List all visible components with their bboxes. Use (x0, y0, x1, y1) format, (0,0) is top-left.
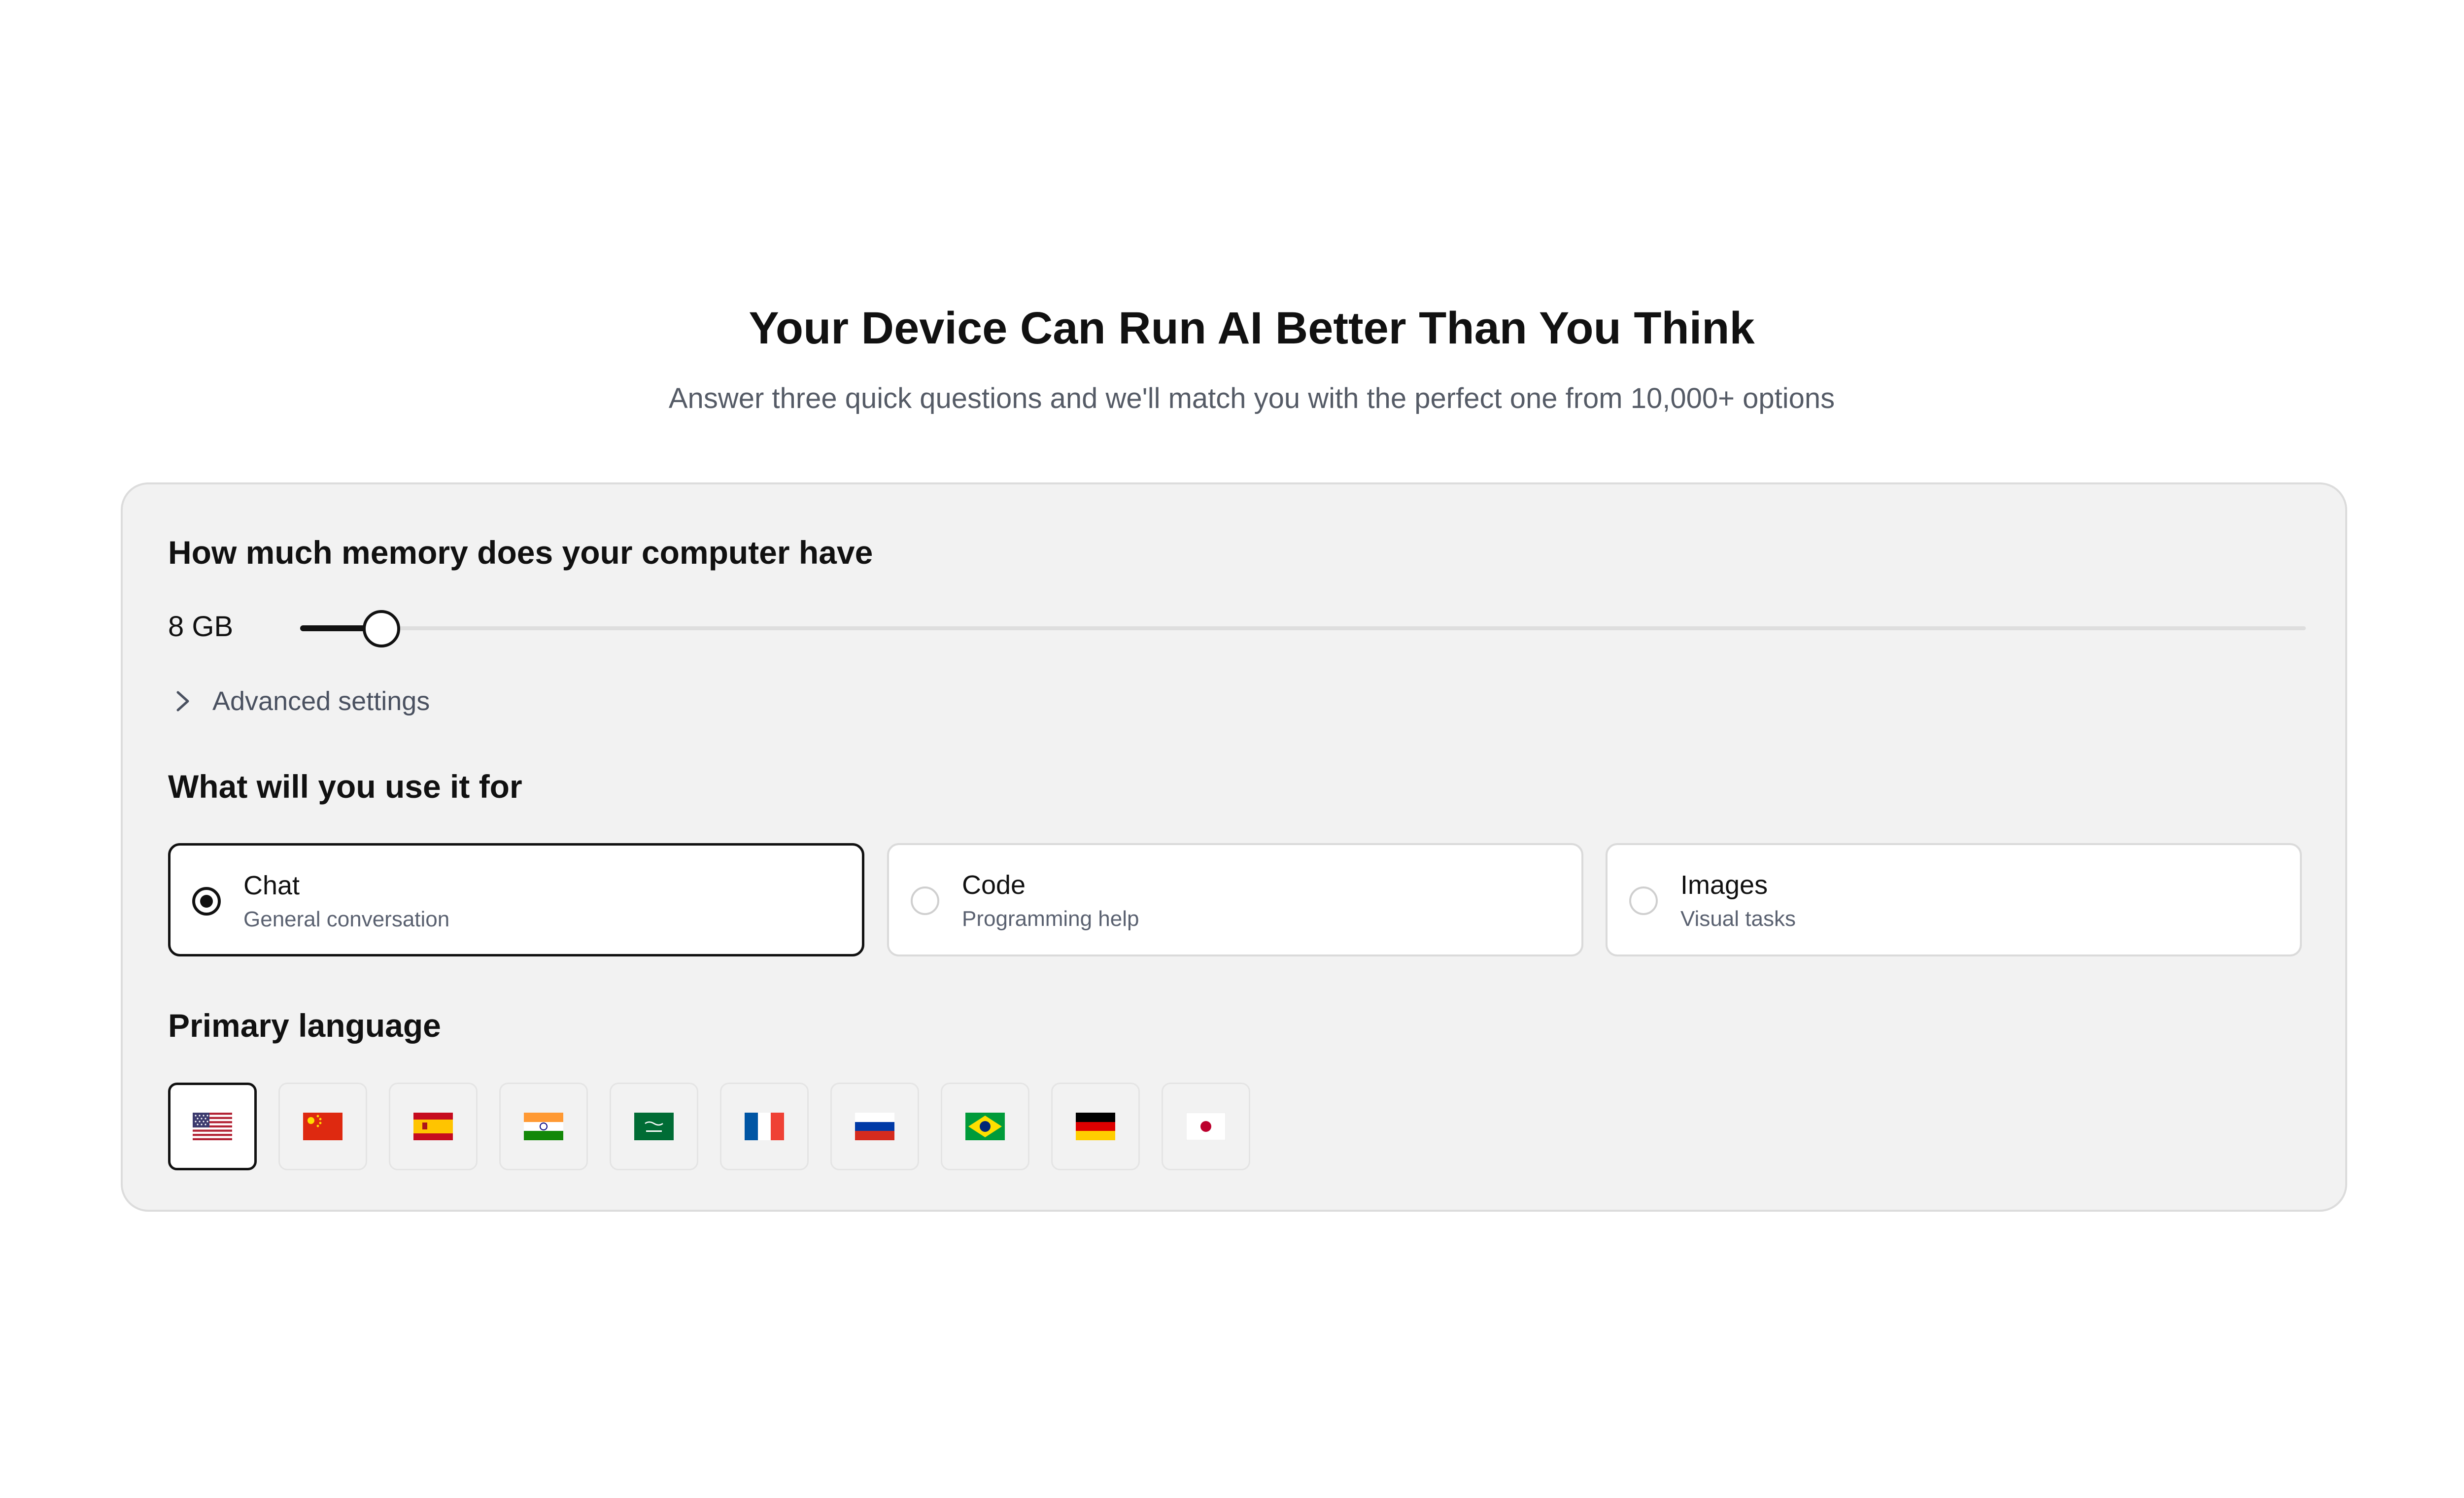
language-question-title: Primary language (168, 1007, 441, 1044)
es-flag-icon (413, 1113, 453, 1140)
advanced-settings-toggle[interactable]: Advanced settings (168, 684, 430, 718)
advanced-settings-label: Advanced settings (212, 686, 430, 716)
memory-slider[interactable] (300, 610, 2306, 647)
language-option-fr[interactable] (720, 1083, 809, 1170)
ru-flag-icon (855, 1113, 894, 1140)
radio-button[interactable] (911, 886, 939, 915)
language-option-ru[interactable] (830, 1083, 919, 1170)
option-title: Code (962, 870, 1026, 900)
language-option-br[interactable] (941, 1083, 1029, 1170)
option-description: Programming help (962, 907, 1139, 931)
option-title: Chat (243, 871, 300, 900)
language-option-sa[interactable] (610, 1083, 698, 1170)
page-subtitle: Answer three quick questions and we'll m… (668, 382, 1835, 414)
fr-flag-icon (745, 1113, 784, 1140)
page-title: Your Device Can Run AI Better Than You T… (749, 303, 1755, 353)
option-description: Visual tasks (1680, 907, 1796, 931)
language-option-cn[interactable] (278, 1083, 367, 1170)
usage-options: Chat General conversation Code Programmi… (168, 843, 2302, 956)
usage-question-title: What will you use it for (168, 768, 522, 805)
memory-question-title: How much memory does your computer have (168, 534, 873, 571)
language-option-jp[interactable] (1162, 1083, 1250, 1170)
questionnaire-card: How much memory does your computer have … (121, 482, 2347, 1212)
radio-button[interactable] (1629, 886, 1658, 915)
chevron-right-icon (168, 686, 198, 716)
language-option-de[interactable] (1051, 1083, 1140, 1170)
usage-option-chat[interactable]: Chat General conversation (168, 843, 864, 956)
usage-option-images[interactable]: Images Visual tasks (1606, 843, 2302, 956)
jp-flag-icon (1186, 1113, 1226, 1140)
memory-slider-track[interactable] (300, 626, 2306, 630)
radio-button[interactable] (192, 887, 221, 916)
language-option-us[interactable] (168, 1083, 257, 1170)
memory-value-label: 8 GB (168, 611, 234, 643)
usage-option-code[interactable]: Code Programming help (887, 843, 1583, 956)
language-option-in[interactable] (499, 1083, 588, 1170)
option-description: General conversation (243, 907, 450, 931)
memory-slider-thumb[interactable] (363, 610, 400, 647)
cn-flag-icon (303, 1113, 342, 1140)
option-title: Images (1680, 870, 1768, 900)
sa-flag-icon (634, 1113, 674, 1140)
in-flag-icon (524, 1113, 563, 1140)
de-flag-icon (1076, 1113, 1115, 1140)
us-flag-icon (193, 1113, 232, 1140)
br-flag-icon (965, 1113, 1005, 1140)
language-option-es[interactable] (389, 1083, 478, 1170)
